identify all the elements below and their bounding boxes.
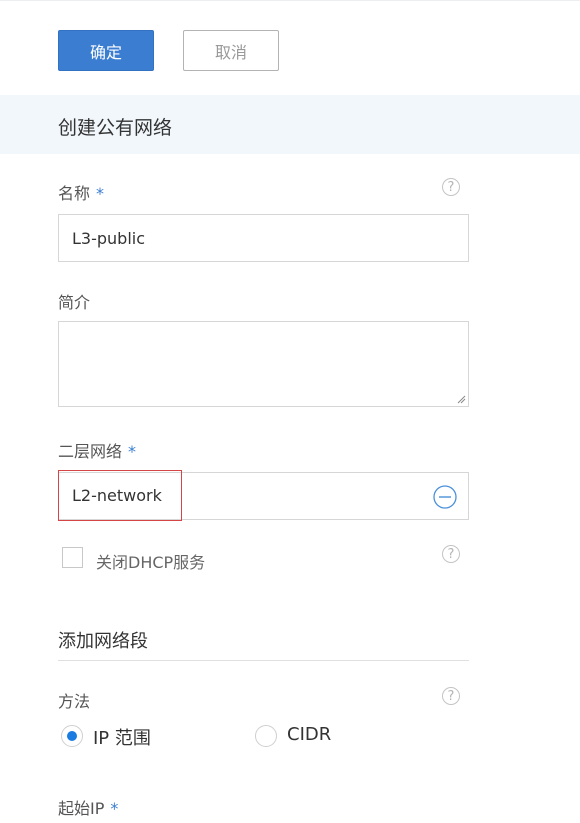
section-title: 创建公有网络 [58,117,173,139]
dhcp-label: 关闭DHCP服务 [96,553,206,572]
required-mark: * [110,799,119,818]
help-icon[interactable]: ? [442,687,460,705]
method-option-ip-range-label[interactable]: IP 范围 [93,724,151,750]
cancel-button[interactable]: 取消 [183,30,279,71]
confirm-button[interactable]: 确定 [58,30,154,71]
name-label: 名称 * [58,180,104,204]
description-textarea[interactable] [58,321,469,407]
required-mark: * [96,184,105,203]
name-input[interactable]: L3-public [58,214,469,262]
required-mark: * [128,442,137,461]
resize-handle-icon[interactable] [456,394,466,404]
method-label: 方法 [58,692,91,711]
start-ip-label-text: 起始IP [58,799,105,818]
l2-network-field[interactable]: L2-network [58,470,469,521]
description-label: 简介 [58,293,91,312]
section-divider [58,660,469,661]
l2-network-label: 二层网络 * [58,438,136,462]
method-radio-cidr[interactable] [255,725,277,747]
method-radio-ip-range[interactable] [61,725,83,747]
remove-circle-icon[interactable] [433,485,457,509]
name-label-text: 名称 [58,184,91,203]
help-icon[interactable]: ? [442,545,460,563]
l2-network-value: L2-network [58,470,182,521]
dhcp-checkbox[interactable] [62,547,83,568]
start-ip-label: 起始IP * [58,795,118,819]
ip-range-section-title: 添加网络段 [58,631,148,652]
top-divider [0,0,580,1]
method-option-cidr-label[interactable]: CIDR [287,724,331,745]
help-icon[interactable]: ? [442,178,460,196]
radio-selected-dot [67,731,77,741]
l2-network-label-text: 二层网络 [58,442,123,461]
